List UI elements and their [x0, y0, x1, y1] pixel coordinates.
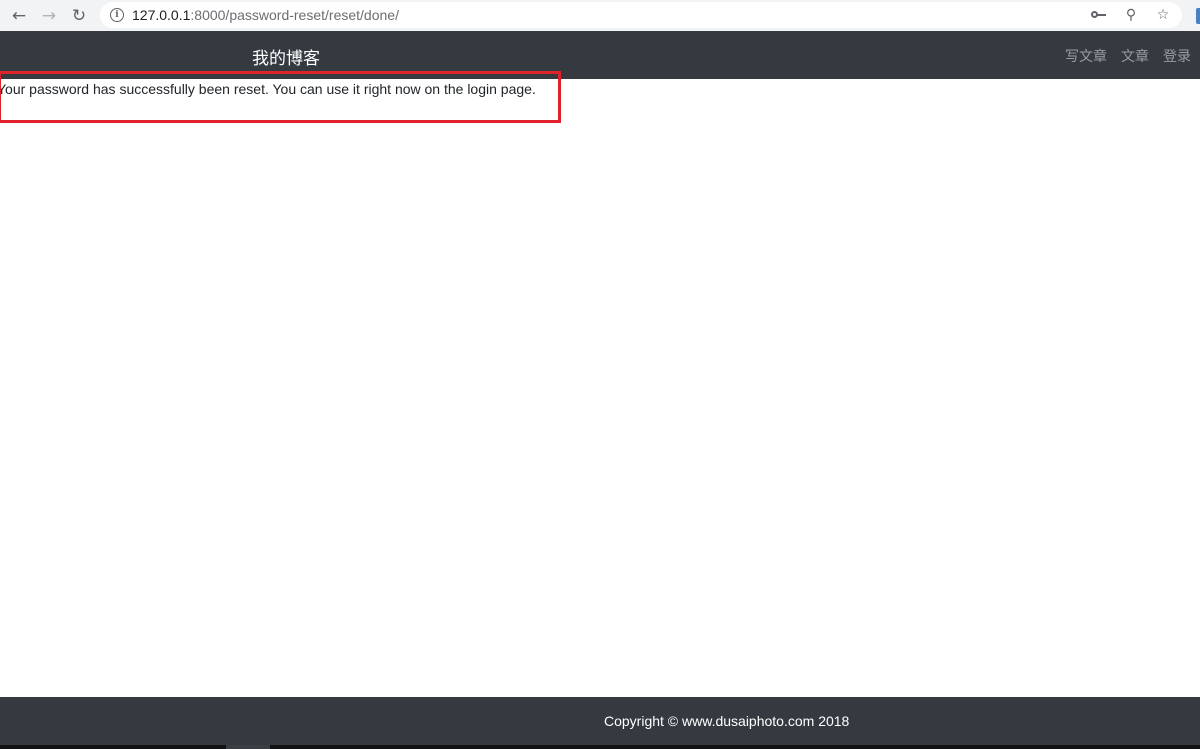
url-text[interactable]: 127.0.0.1:8000/password-reset/reset/done…	[132, 7, 399, 23]
url-path: :8000/password-reset/reset/done/	[190, 7, 399, 23]
site-navbar: 我的博客 写文章 文章 登录	[0, 31, 1200, 79]
nav-link-write-article[interactable]: 写文章	[1065, 46, 1107, 66]
key-icon[interactable]	[1090, 7, 1108, 23]
address-bar[interactable]: i 127.0.0.1:8000/password-reset/reset/do…	[100, 2, 1182, 28]
nav-links: 写文章 文章 登录	[1065, 46, 1191, 66]
taskbar-tab[interactable]	[226, 745, 270, 749]
extension-icon[interactable]	[1196, 8, 1200, 24]
nav-link-articles[interactable]: 文章	[1121, 46, 1149, 66]
forward-button[interactable]: →	[34, 0, 64, 31]
site-brand[interactable]: 我的博客	[252, 44, 320, 69]
star-icon[interactable]: ☆	[1154, 7, 1172, 23]
zoom-out-icon[interactable]: ⚲	[1122, 7, 1140, 23]
reload-button[interactable]: ↻	[64, 0, 94, 31]
reset-success-message: Your password has successfully been rese…	[0, 81, 536, 97]
arrow-right-icon: →	[41, 5, 57, 26]
info-icon[interactable]: i	[110, 8, 124, 22]
reload-icon: ↻	[71, 5, 87, 26]
url-host: 127.0.0.1	[132, 7, 191, 23]
browser-toolbar: ← → ↻ i 127.0.0.1:8000/password-reset/re…	[0, 0, 1200, 31]
copyright-text: Copyright © www.dusaiphoto.com 2018	[604, 713, 850, 729]
site-footer: Copyright © www.dusaiphoto.com 2018	[0, 697, 1200, 745]
arrow-left-icon: ←	[11, 5, 27, 26]
back-button[interactable]: ←	[4, 0, 34, 31]
taskbar-strip	[0, 745, 1200, 749]
nav-link-login[interactable]: 登录	[1163, 46, 1191, 66]
